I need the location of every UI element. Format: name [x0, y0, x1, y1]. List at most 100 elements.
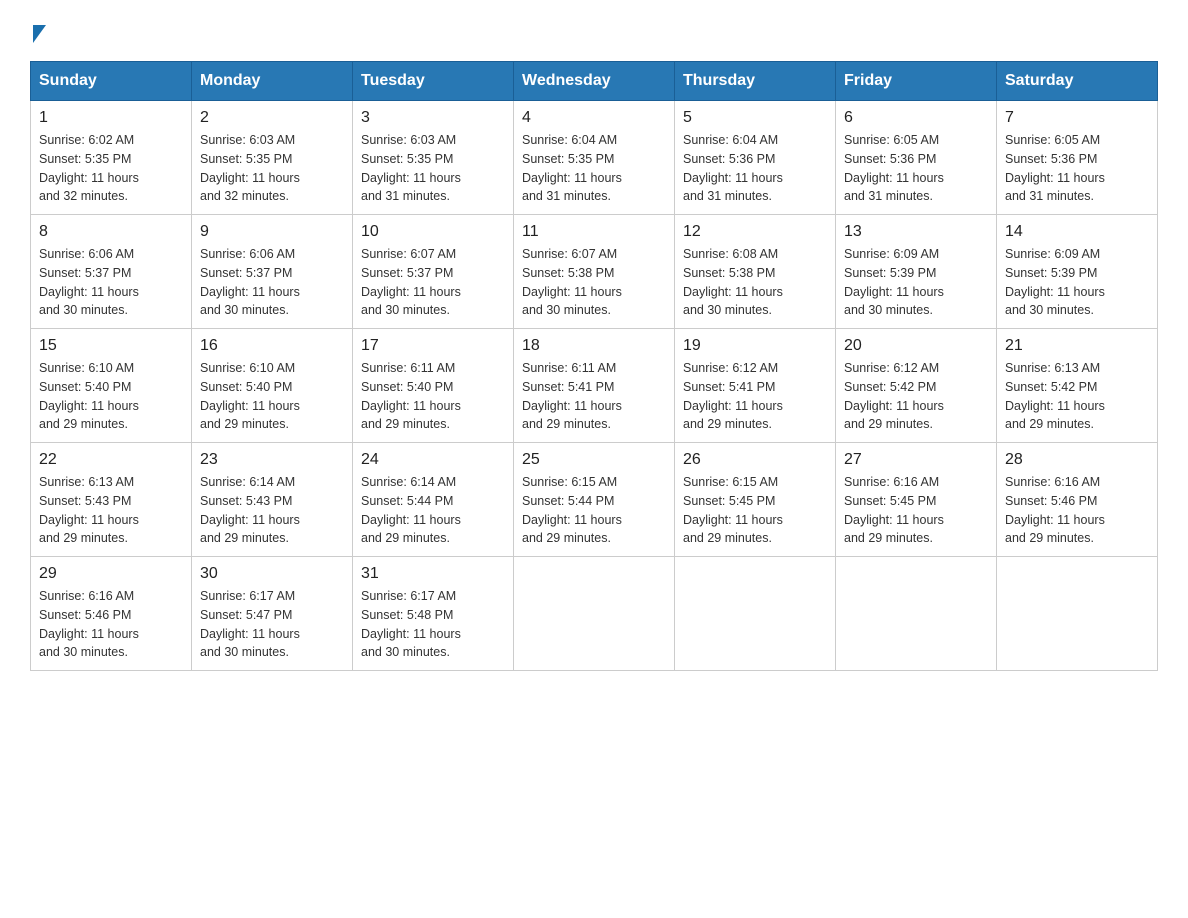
- calendar-day-cell: 20 Sunrise: 6:12 AMSunset: 5:42 PMDayligh…: [836, 329, 997, 443]
- day-info: Sunrise: 6:07 AMSunset: 5:38 PMDaylight:…: [522, 245, 666, 320]
- weekday-header-tuesday: Tuesday: [353, 62, 514, 101]
- calendar-day-cell: 7Sunrise: 6:05 AMSunset: 5:36 PMDaylight…: [997, 101, 1158, 215]
- calendar-day-cell: 2Sunrise: 6:03 AMSunset: 5:35 PMDaylight…: [192, 101, 353, 215]
- day-number: 16: [200, 337, 344, 355]
- day-number: 4: [522, 109, 666, 127]
- calendar-day-cell: 29 Sunrise: 6:16 AMSunset: 5:46 PMDayligh…: [31, 557, 192, 671]
- day-number: 29: [39, 565, 183, 583]
- day-number: 26: [683, 451, 827, 469]
- day-number: 11: [522, 223, 666, 241]
- day-info: Sunrise: 6:12 AMSunset: 5:42 PMDaylight:…: [844, 359, 988, 434]
- day-info: Sunrise: 6:16 AMSunset: 5:46 PMDaylight:…: [1005, 473, 1149, 548]
- page-header: [30, 20, 1158, 41]
- calendar-day-cell: [836, 557, 997, 671]
- calendar-day-cell: 1 Sunrise: 6:02 AMSunset: 5:35 PMDaylight…: [31, 101, 192, 215]
- day-number: 20: [844, 337, 988, 355]
- calendar-table: SundayMondayTuesdayWednesdayThursdayFrid…: [30, 61, 1158, 671]
- day-info: Sunrise: 6:03 AMSunset: 5:35 PMDaylight:…: [361, 131, 505, 206]
- calendar-day-cell: 6 Sunrise: 6:05 AMSunset: 5:36 PMDaylight…: [836, 101, 997, 215]
- day-number: 27: [844, 451, 988, 469]
- weekday-header-thursday: Thursday: [675, 62, 836, 101]
- day-number: 3: [361, 109, 505, 127]
- day-number: 8: [39, 223, 183, 241]
- calendar-week-row: 29 Sunrise: 6:16 AMSunset: 5:46 PMDayligh…: [31, 557, 1158, 671]
- day-number: 9: [200, 223, 344, 241]
- calendar-day-cell: [997, 557, 1158, 671]
- day-number: 14: [1005, 223, 1149, 241]
- day-number: 10: [361, 223, 505, 241]
- calendar-day-cell: 28 Sunrise: 6:16 AMSunset: 5:46 PMDayligh…: [997, 443, 1158, 557]
- day-info: Sunrise: 6:15 AMSunset: 5:45 PMDaylight:…: [683, 473, 827, 548]
- day-info: Sunrise: 6:11 AMSunset: 5:41 PMDaylight:…: [522, 359, 666, 434]
- day-number: 25: [522, 451, 666, 469]
- day-info: Sunrise: 6:09 AMSunset: 5:39 PMDaylight:…: [1005, 245, 1149, 320]
- day-number: 15: [39, 337, 183, 355]
- calendar-day-cell: 27 Sunrise: 6:16 AMSunset: 5:45 PMDayligh…: [836, 443, 997, 557]
- day-info: Sunrise: 6:14 AMSunset: 5:43 PMDaylight:…: [200, 473, 344, 548]
- calendar-week-row: 1 Sunrise: 6:02 AMSunset: 5:35 PMDaylight…: [31, 101, 1158, 215]
- day-number: 21: [1005, 337, 1149, 355]
- calendar-day-cell: 16 Sunrise: 6:10 AMSunset: 5:40 PMDayligh…: [192, 329, 353, 443]
- calendar-day-cell: 25 Sunrise: 6:15 AMSunset: 5:44 PMDayligh…: [514, 443, 675, 557]
- day-info: Sunrise: 6:10 AMSunset: 5:40 PMDaylight:…: [200, 359, 344, 434]
- day-number: 1: [39, 109, 183, 127]
- calendar-week-row: 8 Sunrise: 6:06 AMSunset: 5:37 PMDaylight…: [31, 215, 1158, 329]
- day-info: Sunrise: 6:06 AMSunset: 5:37 PMDaylight:…: [39, 245, 183, 320]
- calendar-day-cell: [514, 557, 675, 671]
- calendar-day-cell: 11 Sunrise: 6:07 AMSunset: 5:38 PMDayligh…: [514, 215, 675, 329]
- calendar-day-cell: 14 Sunrise: 6:09 AMSunset: 5:39 PMDayligh…: [997, 215, 1158, 329]
- calendar-day-cell: 19Sunrise: 6:12 AMSunset: 5:41 PMDayligh…: [675, 329, 836, 443]
- day-info: Sunrise: 6:10 AMSunset: 5:40 PMDaylight:…: [39, 359, 183, 434]
- calendar-day-cell: [675, 557, 836, 671]
- day-number: 12: [683, 223, 827, 241]
- weekday-header-saturday: Saturday: [997, 62, 1158, 101]
- day-number: 24: [361, 451, 505, 469]
- calendar-day-cell: 17 Sunrise: 6:11 AMSunset: 5:40 PMDayligh…: [353, 329, 514, 443]
- calendar-week-row: 22 Sunrise: 6:13 AMSunset: 5:43 PMDayligh…: [31, 443, 1158, 557]
- day-number: 17: [361, 337, 505, 355]
- day-info: Sunrise: 6:09 AMSunset: 5:39 PMDaylight:…: [844, 245, 988, 320]
- calendar-day-cell: 8 Sunrise: 6:06 AMSunset: 5:37 PMDaylight…: [31, 215, 192, 329]
- calendar-day-cell: 4 Sunrise: 6:04 AMSunset: 5:35 PMDaylight…: [514, 101, 675, 215]
- day-info: Sunrise: 6:15 AMSunset: 5:44 PMDaylight:…: [522, 473, 666, 548]
- calendar-day-cell: 9 Sunrise: 6:06 AMSunset: 5:37 PMDaylight…: [192, 215, 353, 329]
- calendar-day-cell: 18Sunrise: 6:11 AMSunset: 5:41 PMDayligh…: [514, 329, 675, 443]
- day-number: 28: [1005, 451, 1149, 469]
- day-info: Sunrise: 6:17 AMSunset: 5:48 PMDaylight:…: [361, 587, 505, 662]
- day-info: Sunrise: 6:13 AMSunset: 5:42 PMDaylight:…: [1005, 359, 1149, 434]
- day-number: 31: [361, 565, 505, 583]
- calendar-day-cell: 5 Sunrise: 6:04 AMSunset: 5:36 PMDaylight…: [675, 101, 836, 215]
- day-number: 19: [683, 337, 827, 355]
- day-info: Sunrise: 6:16 AMSunset: 5:45 PMDaylight:…: [844, 473, 988, 548]
- calendar-day-cell: 12 Sunrise: 6:08 AMSunset: 5:38 PMDayligh…: [675, 215, 836, 329]
- day-info: Sunrise: 6:16 AMSunset: 5:46 PMDaylight:…: [39, 587, 183, 662]
- day-info: Sunrise: 6:13 AMSunset: 5:43 PMDaylight:…: [39, 473, 183, 548]
- calendar-day-cell: 15 Sunrise: 6:10 AMSunset: 5:40 PMDayligh…: [31, 329, 192, 443]
- logo-triangle-icon: [33, 25, 46, 43]
- weekday-header-monday: Monday: [192, 62, 353, 101]
- calendar-day-cell: 31 Sunrise: 6:17 AMSunset: 5:48 PMDayligh…: [353, 557, 514, 671]
- day-info: Sunrise: 6:05 AMSunset: 5:36 PMDaylight:…: [844, 131, 988, 206]
- calendar-day-cell: 22 Sunrise: 6:13 AMSunset: 5:43 PMDayligh…: [31, 443, 192, 557]
- day-number: 2: [200, 109, 344, 127]
- day-info: Sunrise: 6:11 AMSunset: 5:40 PMDaylight:…: [361, 359, 505, 434]
- day-number: 23: [200, 451, 344, 469]
- day-info: Sunrise: 6:02 AMSunset: 5:35 PMDaylight:…: [39, 131, 183, 206]
- day-info: Sunrise: 6:07 AMSunset: 5:37 PMDaylight:…: [361, 245, 505, 320]
- calendar-day-cell: 3 Sunrise: 6:03 AMSunset: 5:35 PMDaylight…: [353, 101, 514, 215]
- calendar-day-cell: 30 Sunrise: 6:17 AMSunset: 5:47 PMDayligh…: [192, 557, 353, 671]
- day-info: Sunrise: 6:06 AMSunset: 5:37 PMDaylight:…: [200, 245, 344, 320]
- day-info: Sunrise: 6:14 AMSunset: 5:44 PMDaylight:…: [361, 473, 505, 548]
- day-info: Sunrise: 6:17 AMSunset: 5:47 PMDaylight:…: [200, 587, 344, 662]
- calendar-week-row: 15 Sunrise: 6:10 AMSunset: 5:40 PMDayligh…: [31, 329, 1158, 443]
- day-number: 22: [39, 451, 183, 469]
- day-info: Sunrise: 6:04 AMSunset: 5:36 PMDaylight:…: [683, 131, 827, 206]
- day-info: Sunrise: 6:08 AMSunset: 5:38 PMDaylight:…: [683, 245, 827, 320]
- day-info: Sunrise: 6:04 AMSunset: 5:35 PMDaylight:…: [522, 131, 666, 206]
- day-number: 30: [200, 565, 344, 583]
- day-number: 5: [683, 109, 827, 127]
- day-number: 6: [844, 109, 988, 127]
- day-number: 13: [844, 223, 988, 241]
- weekday-header-sunday: Sunday: [31, 62, 192, 101]
- day-number: 7: [1005, 109, 1149, 127]
